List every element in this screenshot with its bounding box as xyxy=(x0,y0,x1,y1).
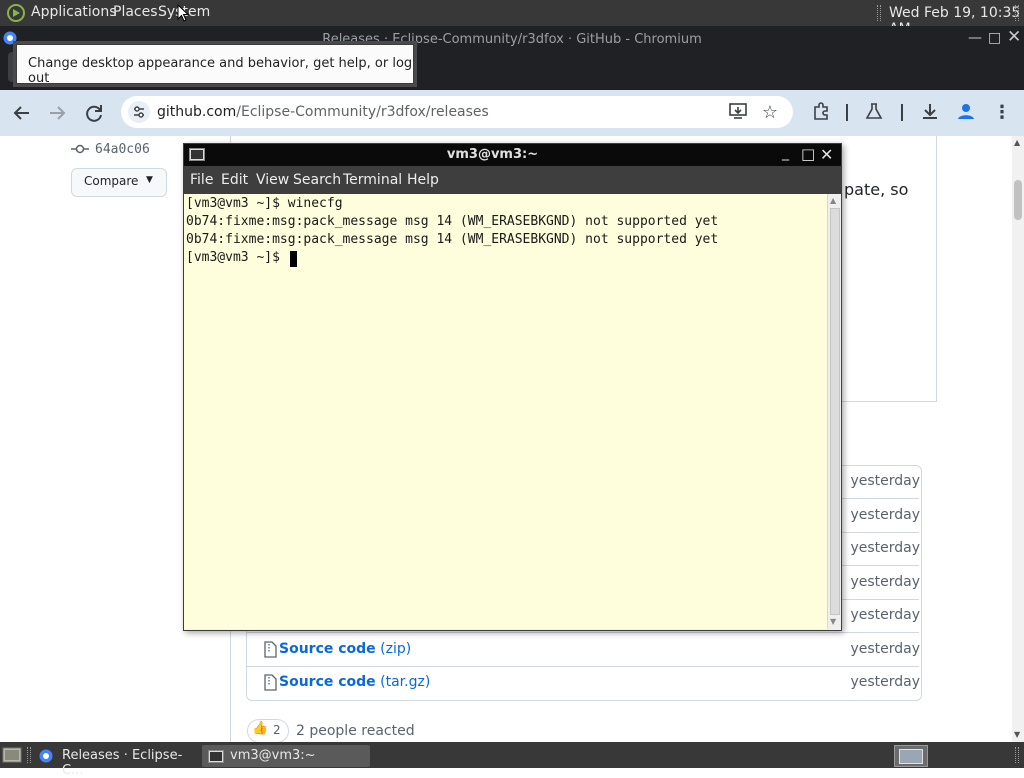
places-menu[interactable]: Places xyxy=(113,4,158,20)
compare-button[interactable]: Compare ▼ xyxy=(71,168,167,197)
menu-edit[interactable]: Edit xyxy=(221,172,248,188)
reaction-count: 2 xyxy=(273,723,281,737)
system-menu-tooltip: Change desktop appearance and behavior, … xyxy=(16,44,414,86)
scroll-up-arrow-icon[interactable]: ▲ xyxy=(830,196,836,205)
menu-file[interactable]: File xyxy=(190,172,213,188)
scroll-down-arrow-icon[interactable]: ▼ xyxy=(830,617,836,626)
panel-handle-right xyxy=(1015,5,1019,21)
minimize-icon[interactable]: _ xyxy=(782,145,789,161)
reaction-summary: 2 people reacted xyxy=(296,723,415,739)
commit-icon xyxy=(71,143,89,159)
menu-terminal[interactable]: Terminal xyxy=(343,172,402,188)
terminal-prompt-line: [vm3@vm3 ~]$ xyxy=(186,250,288,265)
page-scrollbar[interactable]: ▲ ▼ xyxy=(1012,136,1024,742)
scroll-down-arrow-icon[interactable]: ▼ xyxy=(1014,730,1020,739)
targz-suffix: (tar.gz) xyxy=(380,674,431,690)
gnome-foot-icon[interactable] xyxy=(7,4,25,22)
file-zip-icon xyxy=(263,641,277,662)
reaction-button[interactable]: 👍 2 xyxy=(247,719,289,743)
taskbar-item-label: vm3@vm3:~ xyxy=(230,748,316,763)
forward-icon[interactable] xyxy=(45,101,69,125)
url-text[interactable]: github.com/Eclipse-Community/r3dfox/rele… xyxy=(157,104,489,120)
toolbar-separator xyxy=(901,104,903,121)
close-icon[interactable]: ✕ xyxy=(820,145,833,164)
chevron-down-icon: ▼ xyxy=(146,175,153,185)
workspace-switcher[interactable] xyxy=(894,745,928,767)
menu-help[interactable]: Help xyxy=(407,172,439,188)
download-icon[interactable] xyxy=(918,101,942,125)
source-code-targz-link[interactable]: Source code (tar.gz) xyxy=(279,674,430,690)
asset-date: yesterday xyxy=(850,574,920,590)
show-desktop-icon[interactable] xyxy=(2,746,22,768)
panel-handle xyxy=(877,5,881,21)
scrollbar-thumb[interactable] xyxy=(830,208,840,615)
asset-date: yesterday xyxy=(850,641,920,657)
text-cursor xyxy=(290,251,297,267)
terminal-titlebar[interactable]: vm3@vm3:~ _ □ ✕ xyxy=(184,144,841,166)
close-icon[interactable]: ✕ xyxy=(1007,27,1021,47)
tooltip-text: Change desktop appearance and behavior, … xyxy=(28,56,413,86)
taskbar-item-terminal[interactable]: vm3@vm3:~ xyxy=(202,745,370,767)
menu-view[interactable]: View xyxy=(256,172,289,188)
reload-icon[interactable] xyxy=(82,101,106,125)
taskbar-item-label: Releases · Eclipse-C... xyxy=(62,748,183,778)
terminal-window[interactable]: vm3@vm3:~ _ □ ✕ File Edit View Search Te… xyxy=(183,143,842,631)
maximize-icon[interactable]: □ xyxy=(988,30,1001,46)
chromium-logo-icon xyxy=(39,749,53,767)
file-zip-icon xyxy=(263,674,277,695)
source-code-label: Source code xyxy=(279,641,376,657)
panel-handle-right xyxy=(1015,747,1019,763)
asset-date: yesterday xyxy=(850,473,920,489)
scroll-up-arrow-icon[interactable]: ▲ xyxy=(1014,138,1020,147)
applications-menu[interactable]: Applications xyxy=(31,4,117,20)
source-code-label: Source code xyxy=(279,674,376,690)
asset-date: yesterday xyxy=(850,607,920,623)
asset-date: yesterday xyxy=(850,507,920,523)
back-icon[interactable] xyxy=(10,101,34,125)
asset-date: yesterday xyxy=(850,540,920,556)
terminal-output[interactable]: [vm3@vm3 ~]$ winecfg 0b74:fixme:msg:pack… xyxy=(184,194,827,629)
top-panel: Applications Places System Wed Feb 19, 1… xyxy=(0,0,1024,37)
toolbar-separator xyxy=(846,104,848,121)
profile-icon[interactable] xyxy=(954,101,978,125)
release-notes-text: pate, so xyxy=(844,180,909,199)
panel-handle xyxy=(27,747,31,763)
bookmark-star-icon[interactable]: ☆ xyxy=(758,101,782,125)
compare-label: Compare xyxy=(84,174,139,188)
release-card-border xyxy=(936,136,937,402)
zip-suffix: (zip) xyxy=(380,641,412,657)
menu-search[interactable]: Search xyxy=(293,172,341,188)
source-code-zip-link[interactable]: Source code (zip) xyxy=(279,641,411,657)
terminal-line: 0b74:fixme:msg:pack_message msg 14 (WM_E… xyxy=(186,214,719,229)
terminal-line: [vm3@vm3 ~]$ winecfg xyxy=(186,196,343,211)
kebab-menu-icon[interactable]: ⋮ xyxy=(990,101,1014,125)
workspace-window-preview xyxy=(899,749,923,764)
url-path: /Eclipse-Community/r3dfox/releases xyxy=(236,104,489,120)
url-host: github.com xyxy=(157,104,237,120)
labs-flask-icon[interactable] xyxy=(862,101,886,125)
terminal-menubar: File Edit View Search Terminal Help xyxy=(184,166,841,194)
site-info-icon[interactable] xyxy=(128,101,150,127)
maximize-icon[interactable]: □ xyxy=(801,145,815,163)
terminal-app-icon xyxy=(208,750,224,767)
minimize-icon[interactable]: — xyxy=(968,30,982,46)
terminal-scrollbar[interactable]: ▲ ▼ xyxy=(827,194,841,629)
terminal-title: vm3@vm3:~ xyxy=(446,147,539,162)
asset-date: yesterday xyxy=(850,674,920,690)
install-app-icon[interactable] xyxy=(726,101,750,125)
taskbar-item-browser[interactable]: Releases · Eclipse-C... xyxy=(34,745,199,778)
mouse-cursor-icon xyxy=(177,3,190,26)
thumbs-up-icon: 👍 xyxy=(252,721,269,736)
scrollbar-thumb[interactable] xyxy=(1014,180,1022,220)
terminal-line: 0b74:fixme:msg:pack_message msg 14 (WM_E… xyxy=(186,232,719,247)
extensions-icon[interactable] xyxy=(809,101,833,125)
commit-sha-link[interactable]: 64a0c06 xyxy=(95,142,150,157)
